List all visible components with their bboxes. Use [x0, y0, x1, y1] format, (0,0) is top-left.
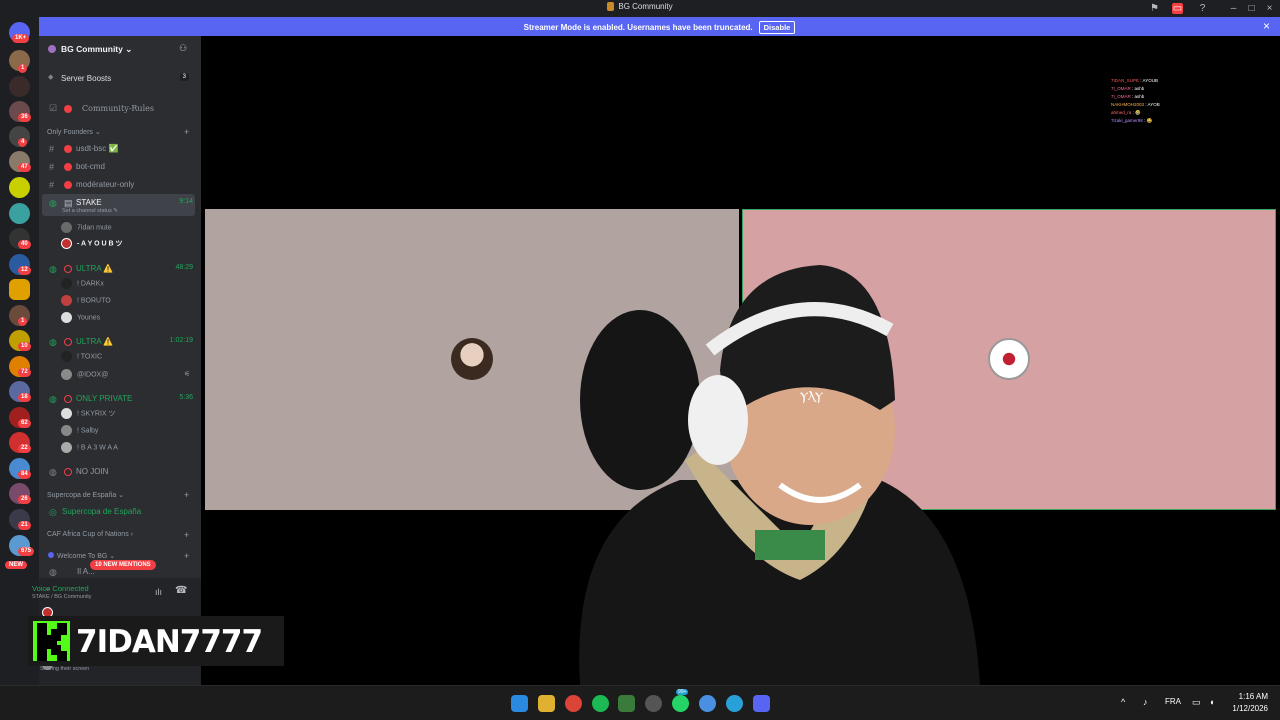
channel-moderateur[interactable]: # modérateur-only	[39, 177, 199, 193]
add-channel-icon[interactable]: +	[184, 127, 189, 137]
browser-icon[interactable]	[699, 695, 716, 712]
category-welcome[interactable]: Welcome To BG ⌄	[48, 552, 115, 560]
chat-line: 7IDAN_SUPE : AYOUB	[1111, 78, 1158, 83]
minimize-icon[interactable]: –	[1228, 3, 1239, 14]
server-icon[interactable]	[9, 279, 30, 300]
language-indicator[interactable]: FRA	[1165, 697, 1181, 706]
taskbar: 99+ ^ ♪ FRA ▭ ◖ 1:16 AM 1/12/2026	[0, 685, 1280, 720]
streamer-name: 7IDAN7777	[76, 624, 263, 660]
voice-status[interactable]: Voice Connected	[32, 584, 89, 593]
voice-channel-ultra[interactable]: ◍ ULTRA ⚠️ 48:29	[39, 261, 199, 277]
chat-line: 7I_OMAR : ashb	[1111, 86, 1145, 91]
voice-user[interactable]: - A Y O U B ツ	[61, 238, 123, 252]
add-channel-icon[interactable]: +	[184, 490, 189, 500]
discord-icon[interactable]	[753, 695, 770, 712]
voice-user[interactable]: ! SKYRIX ツ	[61, 408, 116, 422]
maximize-icon[interactable]: □	[1246, 3, 1257, 14]
voice-user[interactable]: Younes	[61, 312, 100, 326]
tray-chevron-icon[interactable]: ^	[1121, 697, 1125, 707]
category-caf[interactable]: CAF Africa Cup of Nations ›	[47, 531, 133, 538]
voice-user[interactable]: ! DARKx	[61, 278, 104, 292]
voice-user[interactable]: ! Salby	[61, 425, 98, 439]
app-icon[interactable]	[618, 695, 635, 712]
disconnect-icon[interactable]: ☎	[175, 585, 187, 596]
hash-icon: #	[49, 180, 55, 190]
invite-icon[interactable]: ⚇	[179, 43, 187, 54]
voice-user[interactable]: ! B A 3 W A A	[61, 442, 118, 456]
voice-user[interactable]: ! TOXIC	[61, 351, 102, 365]
channel-supercopa[interactable]: ◎ Supercopa de España	[39, 504, 199, 520]
kick-logo-icon	[33, 621, 70, 661]
home-badge: 1K+	[12, 34, 30, 43]
server-icon[interactable]	[9, 203, 30, 224]
rules-icon: ☑	[49, 104, 58, 114]
muted-icon: ⚟	[184, 371, 191, 378]
voice-user[interactable]: 7idan mute	[61, 222, 112, 236]
chat-line: 7izaki_gamer98 : 😂	[1111, 118, 1153, 123]
participant-avatar	[451, 338, 493, 380]
screen-share-icon[interactable]: ▭	[1172, 3, 1183, 14]
banner-close-icon[interactable]: ×	[1263, 19, 1270, 33]
channel-status[interactable]: Set a channel status ✎	[62, 208, 118, 214]
volume-icon[interactable]: ◖	[1209, 697, 1214, 707]
help-icon[interactable]: ?	[1197, 3, 1208, 14]
inbox-icon[interactable]: ⚑	[1149, 3, 1160, 14]
guild-name[interactable]: BG Community ⌄	[61, 44, 132, 55]
hash-icon: #	[49, 162, 55, 172]
webcam-feed: ⲩⲗⲩ	[579, 265, 980, 685]
sharing-status: Sharing their screen	[40, 666, 90, 672]
channel-bot-cmd[interactable]: # bot-cmd	[39, 159, 199, 175]
chrome-icon[interactable]	[565, 695, 582, 712]
channel-community-rules[interactable]: ☑ Community-Rules	[39, 101, 199, 117]
banner-message: Streamer Mode is enabled. Usernames have…	[523, 23, 753, 32]
chat-line: NAKHMOH2003 : AYOB	[1111, 102, 1160, 107]
svg-text:ⲩⲗⲩ: ⲩⲗⲩ	[800, 385, 823, 404]
app-logo-icon	[607, 2, 615, 12]
voice-channel-no-join[interactable]: ◍ NO JOIN	[39, 464, 199, 480]
chat-line: 7I_OMAR : ashb	[1111, 94, 1145, 99]
title-bar: BG Community ⚑ ▭ ? – □ ×	[0, 0, 1280, 17]
new-badge[interactable]: NEW	[5, 561, 27, 569]
window-title: BG Community	[0, 2, 1280, 12]
network-icon[interactable]: ▭	[1192, 697, 1201, 708]
taskbar-badge: 99+	[676, 689, 689, 695]
spotify-icon[interactable]	[592, 695, 609, 712]
voice-icon: ◍	[49, 198, 57, 208]
clock-time[interactable]: 1:16 AM	[1232, 692, 1268, 701]
telegram-icon[interactable]	[726, 695, 743, 712]
voice-channel-name[interactable]: STAKE / BG Community	[32, 594, 92, 600]
guild-icon	[48, 45, 56, 53]
disable-button[interactable]: Disable	[758, 21, 796, 34]
category-only-founders[interactable]: Only Founders ⌄	[47, 128, 101, 136]
whatsapp-icon[interactable]	[672, 695, 689, 712]
add-channel-icon[interactable]: +	[184, 530, 189, 540]
streamer-mode-banner: Streamer Mode is enabled. Usernames have…	[39, 17, 1280, 36]
voice-user[interactable]: @IDOX@	[61, 369, 108, 383]
microphone-icon[interactable]: ♪	[1143, 697, 1148, 707]
category-supercopa[interactable]: Supercopa de España ⌄	[47, 491, 124, 499]
new-mentions-pill[interactable]: 10 NEW MENTIONS	[90, 560, 156, 570]
server-icon[interactable]	[9, 76, 30, 97]
noise-suppression-icon[interactable]: ılı	[155, 587, 162, 597]
close-window-icon[interactable]: ×	[1264, 3, 1275, 14]
streamer-name-overlay: 7IDAN7777	[28, 616, 284, 666]
voice-user[interactable]: ! BORUTO	[61, 295, 111, 309]
server-boosts[interactable]: ◆ Server Boosts 3	[39, 71, 199, 87]
voice-channel-only-private[interactable]: ◍ ONLY PRIVATE 5:36	[39, 391, 199, 407]
voice-channel-ultra-2[interactable]: ◍ ULTRA ⚠️ 1:02:19	[39, 334, 199, 350]
hash-icon: #	[49, 144, 55, 154]
add-channel-icon[interactable]: +	[184, 551, 189, 561]
server-icon[interactable]	[9, 177, 30, 198]
chat-line: ahmed_ra : 🤣	[1111, 110, 1141, 115]
app-icon[interactable]	[645, 695, 662, 712]
start-icon[interactable]	[511, 695, 528, 712]
file-explorer-icon[interactable]	[538, 695, 555, 712]
clock-date[interactable]: 1/12/2026	[1228, 704, 1268, 713]
channel-usdt[interactable]: # usdt-bsc ✅	[39, 141, 199, 157]
